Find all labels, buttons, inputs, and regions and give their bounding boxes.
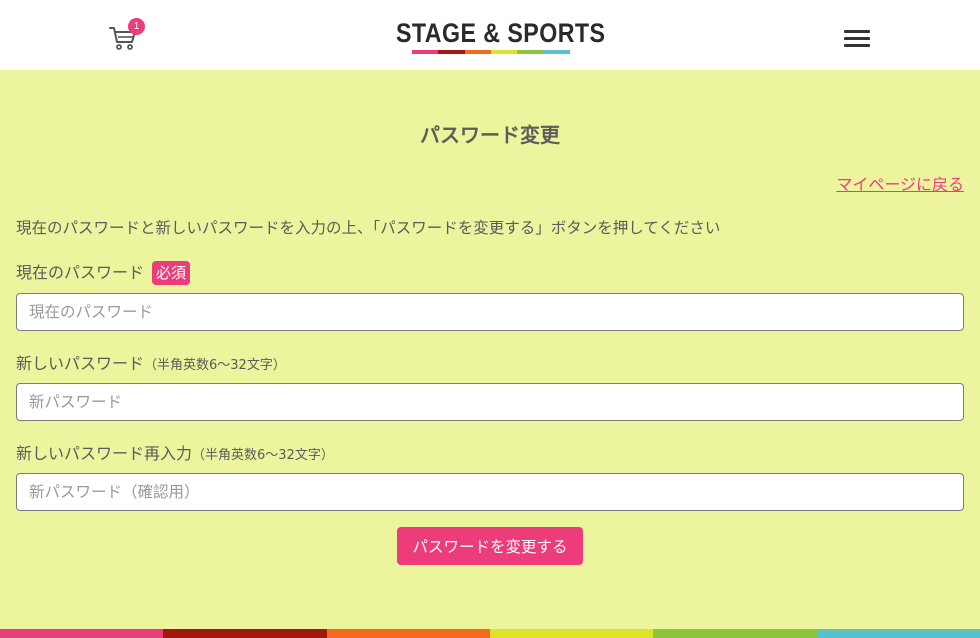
- confirm-password-input[interactable]: [16, 473, 964, 511]
- site-logo[interactable]: STAGE & SPORTS: [396, 18, 606, 56]
- new-password-note: （半角英数6〜32文字）: [144, 358, 286, 373]
- logo-text: STAGE & SPORTS: [396, 18, 606, 48]
- footer-stripe: [326, 629, 490, 638]
- change-password-button[interactable]: パスワードを変更する: [397, 527, 583, 565]
- logo-stripe: [517, 50, 544, 54]
- footer-stripe: [489, 629, 654, 638]
- logo-stripe: [464, 50, 491, 54]
- current-password-label-text: 現在のパスワード: [16, 263, 145, 282]
- required-badge: 必須: [152, 260, 191, 285]
- new-password-input[interactable]: [16, 383, 964, 421]
- new-password-label: 新しいパスワード（半角英数6〜32文字）: [16, 350, 286, 374]
- page-title: パスワード変更: [420, 123, 560, 147]
- cart-count-badge: 1: [128, 18, 145, 35]
- footer-stripe: [816, 629, 980, 638]
- footer-stripe: [653, 629, 817, 638]
- current-password-input[interactable]: [16, 293, 964, 331]
- site-header: 1 STAGE & SPORTS: [0, 0, 980, 70]
- logo-stripe: [412, 50, 439, 54]
- logo-stripe: [490, 50, 518, 54]
- menu-line: [844, 37, 870, 40]
- new-password-label-text: 新しいパスワード: [16, 354, 145, 373]
- logo-color-bar: [412, 50, 570, 54]
- back-to-mypage-link[interactable]: マイページに戻る: [836, 171, 964, 195]
- confirm-password-label: 新しいパスワード再入力（半角英数6〜32文字）: [16, 440, 334, 464]
- footer-stripe: [0, 629, 164, 638]
- confirm-password-note: （半角英数6〜32文字）: [192, 448, 334, 463]
- menu-line: [844, 30, 870, 33]
- instruction-text: 現在のパスワードと新しいパスワードを入力の上、「パスワードを変更する」ボタンを押…: [16, 219, 721, 237]
- footer-color-bar: [0, 629, 980, 638]
- logo-stripe: [543, 50, 570, 54]
- confirm-password-label-text: 新しいパスワード再入力: [16, 444, 193, 463]
- menu-line: [844, 44, 870, 47]
- logo-stripe: [438, 50, 465, 54]
- footer-stripe: [163, 629, 327, 638]
- current-password-label: 現在のパスワード 必須: [16, 259, 191, 286]
- hamburger-menu-icon[interactable]: [844, 27, 871, 47]
